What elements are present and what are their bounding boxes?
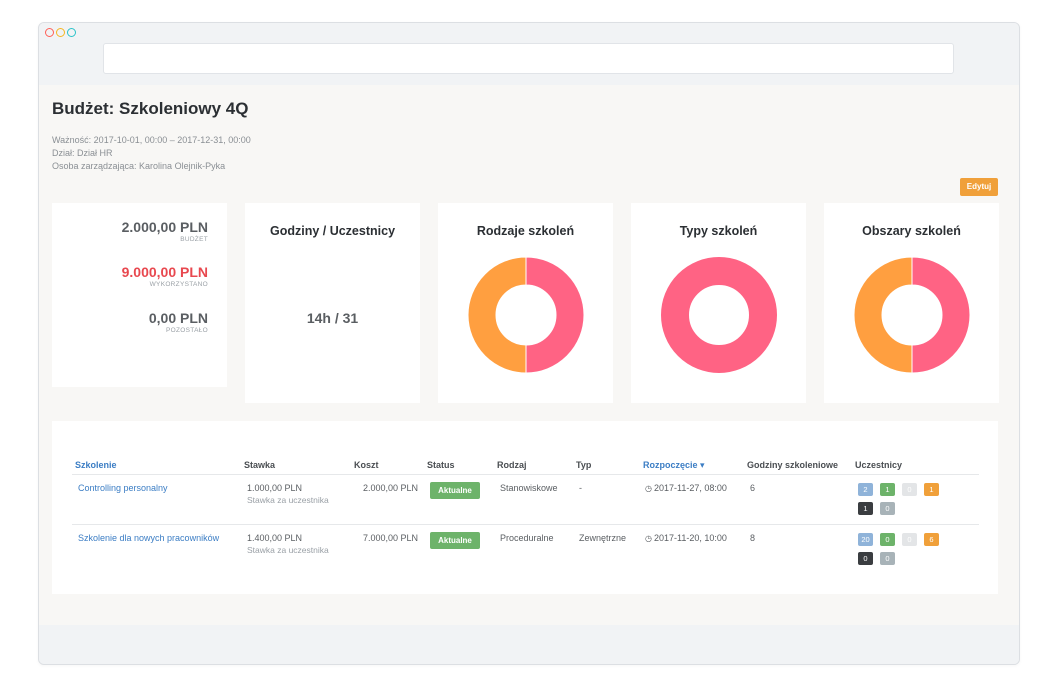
column-header-start[interactable]: Rozpoczęcie ▾ — [643, 460, 705, 471]
participant-count-badge: 0 — [880, 533, 895, 546]
validity-text: Ważność: 2017-10-01, 00:00 – 2017-12-31,… — [52, 135, 251, 145]
participant-count-badge: 2 — [858, 483, 873, 496]
cost-value: 2.000,00 PLN — [363, 483, 419, 493]
participant-count-badge: 0 — [880, 502, 895, 515]
rate-value: 1.000,00 PLN — [247, 483, 303, 493]
rate-subtitle: Stawka za uczestnika — [247, 495, 329, 505]
training-name-link[interactable]: Szkolenie dla nowych pracowników — [78, 533, 219, 544]
donut-slice[interactable] — [661, 257, 777, 373]
window-bottom — [39, 625, 1019, 664]
budget-summary-card: 2.000,00 PLN BUDŻET 9.000,00 PLN WYKORZY… — [52, 203, 227, 387]
column-header-rate: Stawka — [244, 460, 276, 470]
used-label: WYKORZYSTANO — [149, 281, 208, 288]
minimize-dot-icon[interactable] — [56, 28, 65, 37]
budget-meta: Ważność: 2017-10-01, 00:00 – 2017-12-31,… — [52, 134, 251, 173]
row-divider — [72, 524, 979, 525]
manager-text: Osoba zarządzająca: Karolina Olejnik-Pyk… — [52, 161, 226, 171]
browser-window: Budżet: Szkoleniowy 4Q Ważność: 2017-10-… — [38, 22, 1020, 665]
participant-count-badge: 20 — [858, 533, 873, 546]
rate-value: 1.400,00 PLN — [247, 533, 303, 543]
chart-title: Typy szkoleń — [679, 224, 758, 238]
clock-icon: ◷ — [645, 534, 652, 543]
participant-count-badge: 6 — [924, 533, 939, 546]
edit-button[interactable]: Edytuj — [960, 178, 998, 196]
column-header-kind: Rodzaj — [497, 460, 527, 470]
remaining-amount: 0,00 PLN POZOSTAŁO — [149, 310, 208, 334]
status-badge: Aktualne — [430, 482, 480, 499]
donut-slice[interactable] — [525, 256, 585, 374]
remaining-value: 0,00 PLN — [148, 310, 208, 326]
budget-amount: 2.000,00 PLN BUDŻET — [122, 219, 208, 243]
page-content: Budżet: Szkoleniowy 4Q Ważność: 2017-10-… — [39, 85, 1019, 625]
page-title: Budżet: Szkoleniowy 4Q — [52, 99, 249, 118]
column-header-hours: Godziny szkoleniowe — [747, 460, 839, 470]
row-divider — [72, 474, 979, 475]
hours-participants-card: Godziny / Uczestnicy 14h / 31 — [245, 203, 420, 403]
participant-count-badge: 0 — [858, 552, 873, 565]
hours-value: 8 — [750, 533, 756, 543]
participant-count-badge: 1 — [880, 483, 895, 496]
type-value: Zewnętrzne — [579, 533, 627, 543]
kind-value: Proceduralne — [500, 533, 554, 543]
used-value: 9.000,00 PLN — [121, 264, 208, 280]
budget-label: BUDŻET — [180, 236, 208, 243]
participant-count-badge: 1 — [858, 502, 873, 515]
address-bar[interactable] — [103, 43, 954, 74]
department-text: Dział: Dział HR — [52, 148, 113, 158]
hours-card-title: Godziny / Uczestnicy — [269, 224, 396, 238]
chart-title: Obszary szkoleń — [862, 224, 961, 238]
used-amount: 9.000,00 PLN WYKORZYSTANO — [122, 264, 208, 288]
rate-subtitle: Stawka za uczestnika — [247, 545, 329, 555]
training-areas-card: Obszary szkoleń — [824, 203, 999, 403]
column-header-status: Status — [427, 460, 455, 470]
participant-count-badge: 1 — [924, 483, 939, 496]
window-controls — [45, 28, 76, 37]
training-kinds-donut — [467, 256, 585, 374]
maximize-dot-icon[interactable] — [67, 28, 76, 37]
donut-slice[interactable] — [911, 256, 971, 374]
column-header-cost: Koszt — [354, 460, 379, 470]
training-kinds-card: Rodzaje szkoleń — [438, 203, 613, 403]
column-header-type: Typ — [576, 460, 592, 470]
start-value: 2017-11-27, 08:00 — [653, 483, 727, 493]
start-value: 2017-11-20, 10:00 — [653, 533, 727, 543]
training-areas-donut — [853, 256, 971, 374]
titlebar — [39, 23, 1019, 85]
participant-count-badge: 0 — [880, 552, 895, 565]
column-header-participants: Uczestnicy — [855, 460, 903, 470]
cost-value: 7.000,00 PLN — [363, 533, 419, 543]
training-name-link[interactable]: Controlling personalny — [78, 483, 168, 494]
remaining-label: POZOSTAŁO — [166, 327, 208, 334]
budget-value: 2.000,00 PLN — [121, 219, 208, 235]
kind-value: Stanowiskowe — [500, 483, 558, 493]
trainings-table: Szkolenie Stawka Koszt Status Rodzaj Typ… — [52, 421, 998, 594]
donut-slice[interactable] — [853, 256, 913, 374]
clock-icon: ◷ — [645, 484, 652, 493]
type-value: - — [579, 483, 582, 493]
participant-count-badge: 0 — [902, 483, 917, 496]
status-badge: Aktualne — [430, 532, 480, 549]
start-datetime: ◷ 2017-11-20, 10:00 — [645, 533, 727, 544]
donut-slice[interactable] — [467, 256, 527, 374]
column-header-training[interactable]: Szkolenie — [75, 460, 117, 470]
hours-value: 6 — [750, 483, 756, 493]
participant-count-badge: 0 — [902, 533, 917, 546]
training-types-card: Typy szkoleń — [631, 203, 806, 403]
start-datetime: ◷ 2017-11-27, 08:00 — [645, 483, 727, 494]
chart-title: Rodzaje szkoleń — [476, 224, 575, 238]
training-types-donut — [661, 257, 777, 373]
hours-participants-value: 14h / 31 — [306, 310, 359, 326]
close-dot-icon[interactable] — [45, 28, 54, 37]
